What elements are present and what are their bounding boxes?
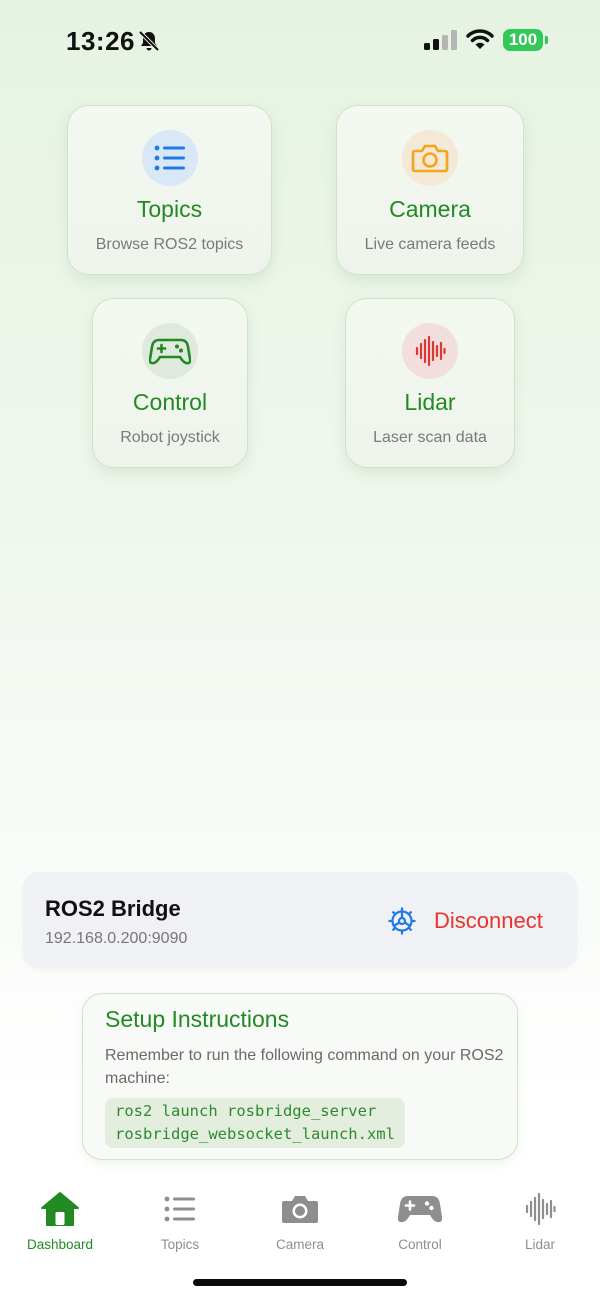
camera-icon — [282, 1196, 318, 1223]
bridge-status-card: ROS2 Bridge 192.168.0.200:9090 Disconnec… — [23, 872, 577, 968]
waveform-icon — [402, 323, 458, 379]
bridge-title: ROS2 Bridge — [45, 896, 181, 921]
list-icon — [164, 1196, 195, 1222]
setup-description: Remember to run the following command on… — [105, 1047, 504, 1087]
tab-topics[interactable]: Topics — [120, 1190, 240, 1252]
tab-label: Control — [398, 1237, 442, 1252]
tile-title: Control — [132, 389, 208, 415]
house-icon — [41, 1192, 79, 1226]
tile-subtitle: Live camera feeds — [364, 236, 496, 253]
tab-label: Lidar — [524, 1237, 556, 1252]
gamepad-icon — [397, 1196, 443, 1223]
tile-control[interactable]: Control Robot joystick — [92, 298, 248, 468]
disconnect-button[interactable]: Disconnect — [434, 908, 543, 934]
waveform-icon — [525, 1192, 556, 1226]
battery-tip — [545, 36, 548, 44]
setup-command-code: ros2 launch rosbridge_server rosbridge_w… — [105, 1098, 405, 1148]
camera-icon — [402, 130, 458, 186]
tab-camera[interactable]: Camera — [240, 1190, 360, 1252]
tile-subtitle: Browse ROS2 topics — [95, 236, 244, 253]
tab-dashboard[interactable]: Dashboard — [0, 1190, 120, 1252]
tile-topics[interactable]: Topics Browse ROS2 topics — [67, 105, 272, 275]
bridge-address: 192.168.0.200:9090 — [45, 930, 188, 947]
tab-label: Topics — [160, 1237, 200, 1252]
gamepad-icon — [142, 323, 198, 379]
tile-lidar[interactable]: Lidar Laser scan data — [345, 298, 515, 468]
tab-control[interactable]: Control — [360, 1190, 480, 1252]
tile-subtitle: Laser scan data — [373, 429, 487, 446]
setup-title: Setup Instructions — [105, 1006, 290, 1032]
tile-title: Camera — [389, 196, 471, 222]
tile-title: Lidar — [404, 389, 456, 415]
code-line: ros2 launch rosbridge_server — [115, 1102, 377, 1120]
tile-title: Topics — [136, 196, 203, 222]
tab-label: Camera — [275, 1237, 324, 1252]
tab-lidar[interactable]: Lidar — [480, 1190, 600, 1252]
bell-slash-icon — [138, 30, 160, 52]
code-line: rosbridge_websocket_launch.xml — [115, 1125, 395, 1143]
cellular-signal-icon — [424, 30, 457, 50]
home-indicator — [193, 1279, 407, 1286]
status-time: 13:26 — [66, 26, 135, 56]
setup-instructions-card: Setup Instructions Remember to run the f… — [82, 993, 518, 1160]
tile-subtitle: Robot joystick — [120, 429, 220, 446]
tile-camera[interactable]: Camera Live camera feeds — [336, 105, 524, 275]
list-icon — [141, 130, 198, 186]
wifi-icon — [466, 29, 494, 49]
tab-label: Dashboard — [26, 1237, 94, 1252]
gear-icon[interactable] — [387, 906, 417, 936]
battery-indicator: 100 — [503, 29, 543, 51]
status-bar: 13:26 100 — [0, 0, 600, 80]
